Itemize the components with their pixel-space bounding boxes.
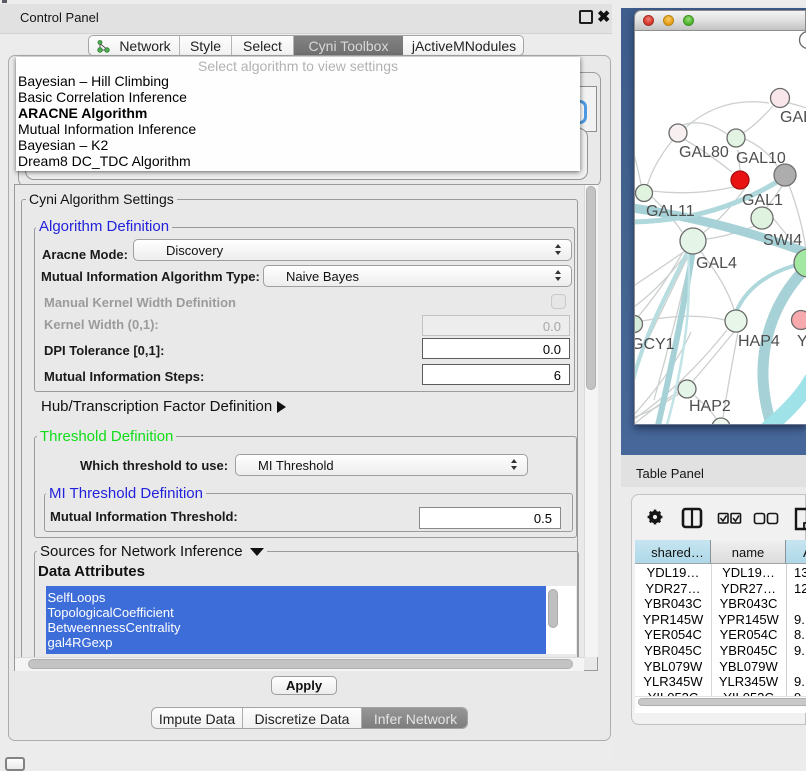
svg-text:HAP4: HAP4 [738, 333, 780, 350]
svg-text:GAL4: GAL4 [696, 255, 737, 272]
svg-text:GAL7: GAL7 [780, 109, 806, 126]
svg-text:GAL11: GAL11 [646, 203, 695, 220]
svg-text:GAL80: GAL80 [679, 144, 729, 161]
svg-text:Y: Y [797, 333, 806, 350]
svg-text:HAP2: HAP2 [689, 398, 731, 415]
svg-text:GAL1: GAL1 [742, 192, 783, 209]
svg-text:GAL10: GAL10 [736, 150, 786, 167]
svg-text:GCY1: GCY1 [635, 336, 675, 353]
svg-text:SWI4: SWI4 [763, 232, 802, 249]
